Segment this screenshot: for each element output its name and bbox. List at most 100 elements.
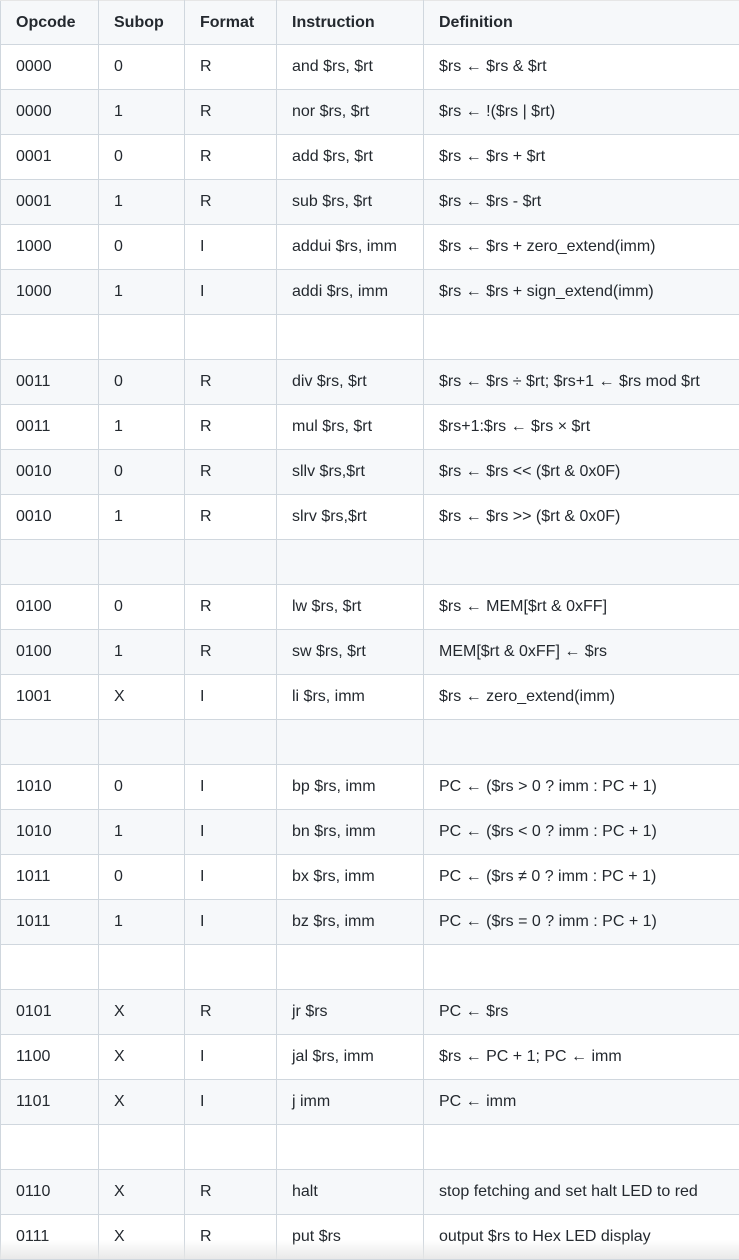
- cell-instruction: [277, 1125, 424, 1170]
- cell-definition: $rs ← $rs << ($rt & 0x0F): [424, 450, 739, 495]
- cell-definition: $rs ← $rs + zero_extend(imm): [424, 225, 739, 270]
- cell-subop: [99, 1125, 185, 1170]
- cell-format: R: [185, 1170, 277, 1215]
- cell-opcode: 1101: [1, 1080, 99, 1125]
- table-row: 10111Ibz $rs, immPC ← ($rs = 0 ? imm : P…: [1, 900, 739, 945]
- header-subop: Subop: [99, 1, 185, 45]
- table-row: 1100XIjal $rs, imm$rs ← PC + 1; PC ← imm: [1, 1035, 739, 1080]
- cell-format: I: [185, 1035, 277, 1080]
- table-row: 10110Ibx $rs, immPC ← ($rs ≠ 0 ? imm : P…: [1, 855, 739, 900]
- header-definition: Definition: [424, 1, 739, 45]
- cell-format: R: [185, 630, 277, 675]
- cell-instruction: bx $rs, imm: [277, 855, 424, 900]
- cell-instruction: jr $rs: [277, 990, 424, 1035]
- cell-definition: MEM[$rt & 0xFF] ← $rs: [424, 630, 739, 675]
- header-instruction: Instruction: [277, 1, 424, 45]
- cell-definition: $rs ← $rs + sign_extend(imm): [424, 270, 739, 315]
- cell-instruction: bn $rs, imm: [277, 810, 424, 855]
- cell-opcode: 1000: [1, 225, 99, 270]
- cell-opcode: 1011: [1, 900, 99, 945]
- cell-subop: 0: [99, 225, 185, 270]
- cell-format: R: [185, 1215, 277, 1260]
- cell-format: I: [185, 900, 277, 945]
- cell-opcode: 0011: [1, 360, 99, 405]
- cell-definition: $rs ← MEM[$rt & 0xFF]: [424, 585, 739, 630]
- cell-subop: X: [99, 1035, 185, 1080]
- cell-subop: 0: [99, 450, 185, 495]
- cell-definition: $rs+1:$rs ← $rs × $rt: [424, 405, 739, 450]
- cell-opcode: [1, 540, 99, 585]
- cell-format: I: [185, 225, 277, 270]
- cell-instruction: addui $rs, imm: [277, 225, 424, 270]
- cell-opcode: 0110: [1, 1170, 99, 1215]
- cell-definition: [424, 1125, 739, 1170]
- cell-opcode: 1001: [1, 675, 99, 720]
- table-row: 0111XRput $rsoutput $rs to Hex LED displ…: [1, 1215, 739, 1260]
- table-row: 00101Rslrv $rs,$rt$rs ← $rs >> ($rt & 0x…: [1, 495, 739, 540]
- table-header-row: Opcode Subop Format Instruction Definiti…: [1, 1, 739, 45]
- table-row: 0110XRhaltstop fetching and set halt LED…: [1, 1170, 739, 1215]
- cell-subop: 0: [99, 135, 185, 180]
- table-spacer-row: [1, 540, 739, 585]
- cell-instruction: sllv $rs,$rt: [277, 450, 424, 495]
- table-row: 00111Rmul $rs, $rt$rs+1:$rs ← $rs × $rt: [1, 405, 739, 450]
- cell-subop: X: [99, 990, 185, 1035]
- cell-definition: $rs ← zero_extend(imm): [424, 675, 739, 720]
- cell-format: R: [185, 135, 277, 180]
- table-row: 0101XRjr $rsPC ← $rs: [1, 990, 739, 1035]
- cell-opcode: 1000: [1, 270, 99, 315]
- cell-definition: [424, 315, 739, 360]
- table-row: 1101XIj immPC ← imm: [1, 1080, 739, 1125]
- cell-opcode: 0100: [1, 630, 99, 675]
- cell-format: R: [185, 45, 277, 90]
- table-spacer-row: [1, 1125, 739, 1170]
- cell-format: R: [185, 360, 277, 405]
- cell-subop: 1: [99, 630, 185, 675]
- cell-opcode: [1, 945, 99, 990]
- cell-format: [185, 540, 277, 585]
- cell-opcode: 0001: [1, 135, 99, 180]
- cell-opcode: 1100: [1, 1035, 99, 1080]
- cell-instruction: lw $rs, $rt: [277, 585, 424, 630]
- cell-instruction: add $rs, $rt: [277, 135, 424, 180]
- cell-opcode: 0010: [1, 450, 99, 495]
- cell-subop: 0: [99, 45, 185, 90]
- cell-format: I: [185, 810, 277, 855]
- cell-instruction: [277, 540, 424, 585]
- cell-subop: [99, 720, 185, 765]
- cell-definition: $rs ← $rs & $rt: [424, 45, 739, 90]
- table-row: 00010Radd $rs, $rt$rs ← $rs + $rt: [1, 135, 739, 180]
- cell-instruction: slrv $rs,$rt: [277, 495, 424, 540]
- cell-format: [185, 945, 277, 990]
- table-spacer-row: [1, 945, 739, 990]
- cell-instruction: bp $rs, imm: [277, 765, 424, 810]
- cell-opcode: 1010: [1, 765, 99, 810]
- cell-opcode: [1, 315, 99, 360]
- cell-subop: 1: [99, 900, 185, 945]
- cell-opcode: 0111: [1, 1215, 99, 1260]
- cell-subop: X: [99, 675, 185, 720]
- cell-instruction: li $rs, imm: [277, 675, 424, 720]
- cell-instruction: halt: [277, 1170, 424, 1215]
- cell-subop: 1: [99, 180, 185, 225]
- cell-instruction: sw $rs, $rt: [277, 630, 424, 675]
- table-row: 10000Iaddui $rs, imm$rs ← $rs + zero_ext…: [1, 225, 739, 270]
- cell-subop: X: [99, 1215, 185, 1260]
- cell-instruction: addi $rs, imm: [277, 270, 424, 315]
- cell-format: I: [185, 765, 277, 810]
- cell-definition: [424, 945, 739, 990]
- cell-format: I: [185, 1080, 277, 1125]
- cell-format: R: [185, 405, 277, 450]
- cell-definition: $rs ← $rs + $rt: [424, 135, 739, 180]
- cell-instruction: div $rs, $rt: [277, 360, 424, 405]
- cell-instruction: [277, 720, 424, 765]
- cell-definition: PC ← ($rs = 0 ? imm : PC + 1): [424, 900, 739, 945]
- cell-instruction: jal $rs, imm: [277, 1035, 424, 1080]
- cell-definition: output $rs to Hex LED display: [424, 1215, 739, 1260]
- cell-format: R: [185, 450, 277, 495]
- cell-instruction: j imm: [277, 1080, 424, 1125]
- cell-opcode: 0000: [1, 90, 99, 135]
- cell-format: I: [185, 855, 277, 900]
- cell-definition: PC ← ($rs > 0 ? imm : PC + 1): [424, 765, 739, 810]
- cell-format: [185, 315, 277, 360]
